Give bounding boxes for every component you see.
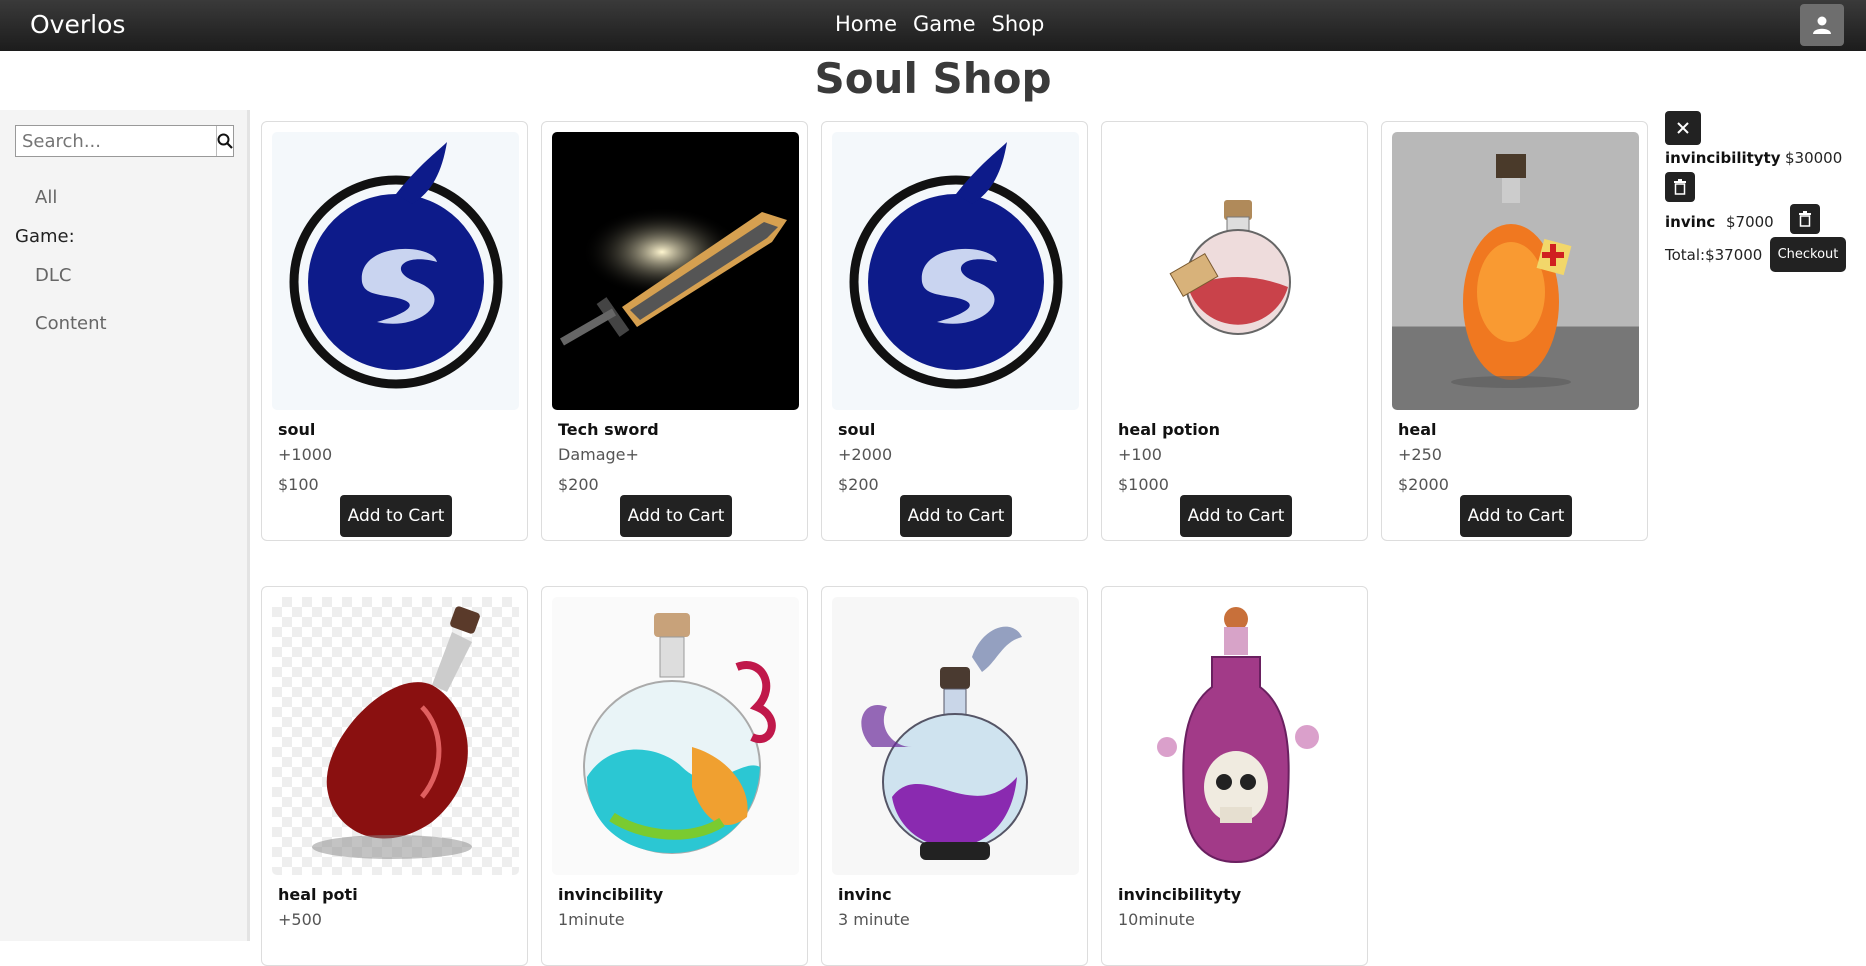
search-icon	[217, 133, 233, 149]
skull-potion-image	[1112, 597, 1359, 875]
product-name: invincibility	[558, 885, 664, 904]
add-to-cart-button[interactable]: Add to Cart	[620, 495, 732, 537]
product-description: +2000	[838, 445, 893, 464]
product-name: soul	[838, 420, 876, 439]
user-account-button[interactable]	[1800, 4, 1844, 46]
filter-dlc[interactable]: DLC	[35, 265, 71, 286]
checkout-button[interactable]: Checkout	[1770, 237, 1846, 272]
game-filter-heading: Game:	[15, 226, 75, 247]
nav-home-link[interactable]: Home	[835, 12, 897, 36]
product-card: soul +1000 $100 Add to Cart	[261, 121, 528, 541]
filter-sidebar: All Game: DLC Content	[0, 110, 250, 941]
product-name: soul	[278, 420, 316, 439]
product-price: $200	[838, 475, 879, 494]
add-to-cart-button[interactable]: Add to Cart	[900, 495, 1012, 537]
product-description: Damage+	[558, 445, 639, 464]
search-box	[15, 125, 234, 157]
soul-logo-image	[272, 132, 519, 410]
glowing-sword-image	[552, 132, 799, 410]
soul-logo-image	[832, 132, 1079, 410]
product-card: soul +2000 $200 Add to Cart	[821, 121, 1088, 541]
rainbow-potion-image	[552, 597, 799, 875]
cart-item-name: invincibilityty	[1665, 149, 1781, 167]
remove-item-button[interactable]	[1790, 204, 1820, 234]
user-icon	[1813, 16, 1831, 34]
nav-shop-link[interactable]: Shop	[992, 12, 1045, 36]
product-name: heal	[1398, 420, 1437, 439]
product-price: $100	[278, 475, 319, 494]
product-price: $2000	[1398, 475, 1449, 494]
cart-item-price: $30000	[1785, 149, 1843, 167]
product-description: +100	[1118, 445, 1162, 464]
cart-item-name: invinc	[1665, 213, 1716, 231]
product-name: Tech sword	[558, 420, 659, 439]
nav-game-link[interactable]: Game	[913, 12, 976, 36]
product-name: invinc	[838, 885, 892, 904]
filter-content[interactable]: Content	[35, 313, 107, 334]
add-to-cart-button[interactable]: Add to Cart	[1460, 495, 1572, 537]
product-name: invincibilityty	[1118, 885, 1242, 904]
product-price: $1000	[1118, 475, 1169, 494]
orange-heal-potion-image	[1392, 132, 1639, 410]
tilted-red-potion-image	[272, 597, 519, 875]
brand-logo[interactable]: Overlos	[30, 10, 125, 39]
product-description: 1minute	[558, 910, 625, 929]
product-card: heal poti +500	[261, 586, 528, 966]
product-description: +1000	[278, 445, 333, 464]
page-title: Soul Shop	[814, 54, 1052, 103]
product-card: heal +250 $2000 Add to Cart	[1381, 121, 1648, 541]
product-card: heal potion +100 $1000 Add to Cart	[1101, 121, 1368, 541]
product-description: +250	[1398, 445, 1442, 464]
add-to-cart-button[interactable]: Add to Cart	[340, 495, 452, 537]
product-name: heal poti	[278, 885, 358, 904]
product-card: invincibility 1minute	[541, 586, 808, 966]
red-potion-flask-image	[1112, 132, 1359, 410]
product-description: 3 minute	[838, 910, 910, 929]
remove-item-button[interactable]	[1665, 172, 1695, 202]
search-input[interactable]	[16, 126, 216, 156]
close-cart-button[interactable]	[1665, 111, 1701, 145]
cart-total: Total:$37000	[1665, 246, 1763, 264]
product-description: 10minute	[1118, 910, 1195, 929]
search-button[interactable]	[216, 126, 233, 156]
product-description: +500	[278, 910, 322, 929]
product-card: invinc 3 minute	[821, 586, 1088, 966]
purple-smoke-potion-image	[832, 597, 1079, 875]
top-navbar: Overlos Home Game Shop	[0, 0, 1866, 51]
cart-item-price: $7000	[1726, 213, 1774, 231]
product-card: Tech sword Damage+ $200 Add to Cart	[541, 121, 808, 541]
add-to-cart-button[interactable]: Add to Cart	[1180, 495, 1292, 537]
trash-icon	[1674, 179, 1686, 195]
filter-all[interactable]: All	[35, 187, 57, 208]
trash-icon	[1799, 211, 1811, 227]
product-price: $200	[558, 475, 599, 494]
product-name: heal potion	[1118, 420, 1221, 439]
nav-links: Home Game Shop	[835, 12, 1044, 36]
product-card: invincibilityty 10minute	[1101, 586, 1368, 966]
close-icon	[1677, 122, 1689, 134]
